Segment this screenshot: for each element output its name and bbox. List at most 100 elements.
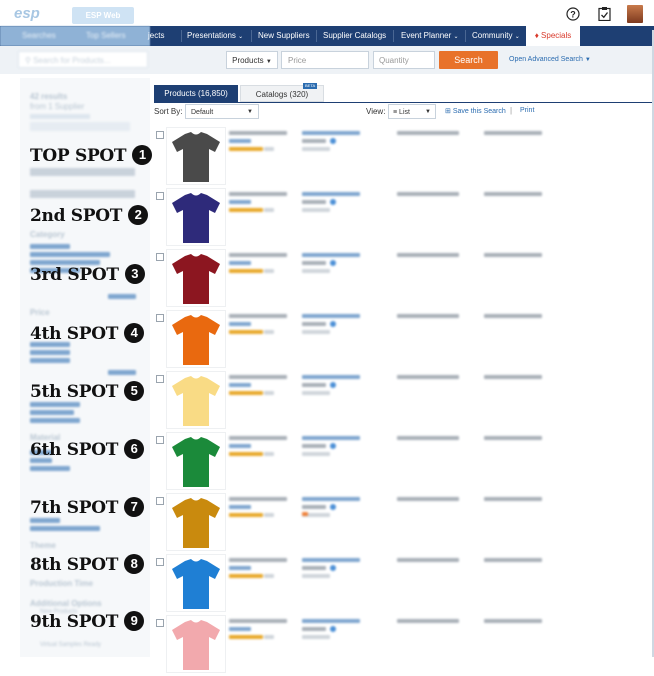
listing-text [229,436,287,440]
spot-number-badge: 6 [124,438,145,459]
product-row[interactable] [154,310,654,371]
filter-option[interactable] [30,518,60,523]
product-row[interactable] [154,249,654,310]
esp-logo[interactable]: esp [14,5,60,25]
listing-text [229,635,263,639]
nav-item-event-planner[interactable]: Event Planner ⌄ [401,26,459,46]
search-scope-select[interactable]: Products ▼ [226,51,278,69]
option-virtual-samples[interactable]: Virtual Samples Ready [40,642,101,648]
clipboard-check-icon[interactable] [597,7,611,21]
spot-number-badge: 5 [124,380,145,401]
save-search-link[interactable]: ⊞ Save this Search [445,107,506,115]
nav-item-community[interactable]: Community ⌄ [472,26,520,46]
product-details-blurred [154,249,654,309]
spot-text: 8th SPOT [30,555,119,575]
listing-text [302,322,326,326]
filter-option[interactable] [30,418,80,423]
product-row[interactable] [154,432,654,493]
nav-item-new-suppliers[interactable]: New Suppliers [258,26,310,46]
view-select[interactable]: ≡ List ▼ [388,104,436,119]
nav-item-projects[interactable]: jects [148,26,164,46]
selected-filter[interactable] [30,190,135,198]
spot-text: TOP SPOT [30,146,127,166]
filter-option[interactable] [30,410,74,415]
print-link[interactable]: Print [520,107,534,114]
verified-badge-icon [330,504,336,510]
quick-search-input[interactable]: ⚲ Search for Products... [18,51,148,68]
spot-label-9: 9th SPOT 9 [30,610,145,633]
spot-text: 2nd SPOT [30,206,123,226]
search-within-field[interactable] [30,122,130,131]
listing-text [397,192,459,196]
advanced-search-link[interactable]: Open Advanced Search ▼ [509,51,591,69]
listing-text [264,391,274,395]
filter-section-production-time[interactable]: Production Time [30,579,93,588]
spot-text: 6th SPOT [30,440,119,460]
spot-label-8: 8th SPOT 8 [30,553,145,576]
filter-option[interactable] [30,526,100,531]
nav-item-top-sellers[interactable]: Top Sellers [86,26,126,46]
tab-products[interactable]: Products (16,850) [154,85,238,102]
selected-filter[interactable] [30,168,135,176]
listing-text [302,269,330,273]
spot-text: 9th SPOT [30,612,119,632]
search-scope-value: Products [232,56,264,65]
listing-text [264,635,274,639]
search-icon: ⚲ [25,56,31,65]
search-button[interactable]: Search [439,51,498,69]
listing-text [264,574,274,578]
product-row[interactable] [154,493,654,554]
main-nav: Searches Top Sellers jects Presentations… [0,26,654,46]
filter-option[interactable] [30,402,80,407]
listing-text [264,513,274,517]
nav-item-searches[interactable]: Searches [22,26,56,46]
listing-text [229,391,263,395]
listing-text [229,566,251,570]
help-icon[interactable]: ? [566,7,580,21]
filter-option[interactable] [30,350,70,355]
user-avatar[interactable] [627,5,643,23]
filter-option[interactable] [30,244,70,249]
spot-number-badge: 4 [124,322,145,343]
nav-divider [316,30,317,42]
nav-item-presentations[interactable]: Presentations ⌄ [187,26,243,46]
filter-option[interactable] [30,358,70,363]
beta-badge: BETA [303,83,318,89]
product-row[interactable] [154,127,654,188]
listing-text [229,314,287,318]
product-row[interactable] [154,371,654,432]
nav-divider [181,30,182,42]
spot-text: 3rd SPOT [30,265,119,285]
filter-option[interactable] [30,466,70,471]
listing-text [229,147,263,151]
listing-text [229,322,251,326]
sort-select[interactable]: Default ▼ [185,104,259,119]
nav-divider [465,30,466,42]
listing-text [302,505,326,509]
filter-section-additional-options[interactable]: Additional Options [30,599,102,608]
product-row[interactable] [154,554,654,615]
listing-text [229,497,287,501]
filter-option[interactable] [30,252,110,257]
nav-item-specials[interactable]: ♦ Specials [526,26,580,46]
filter-section-theme[interactable]: Theme [30,541,56,550]
spot-number-badge: 9 [124,610,145,631]
quantity-input[interactable]: Quantity [373,51,435,69]
see-more-link[interactable] [108,370,136,375]
product-row[interactable] [154,188,654,249]
filter-section-price[interactable]: Price [30,308,50,317]
verified-badge-icon [330,626,336,632]
listing-text [302,253,360,257]
spot-text: 7th SPOT [30,498,119,518]
save-search-label: Save this Search [452,108,506,115]
product-row[interactable] [154,615,654,676]
price-input[interactable]: Price [281,51,369,69]
nav-item-supplier-catalogs[interactable]: Supplier Catalogs [323,26,386,46]
see-more-link[interactable] [108,294,136,299]
view-label: View: [366,107,386,116]
listing-text [484,558,542,562]
filter-section-category[interactable]: Category [30,230,65,239]
listing-text [397,253,459,257]
listing-text [229,208,263,212]
esp-web-tab[interactable]: ESP Web [72,7,134,24]
